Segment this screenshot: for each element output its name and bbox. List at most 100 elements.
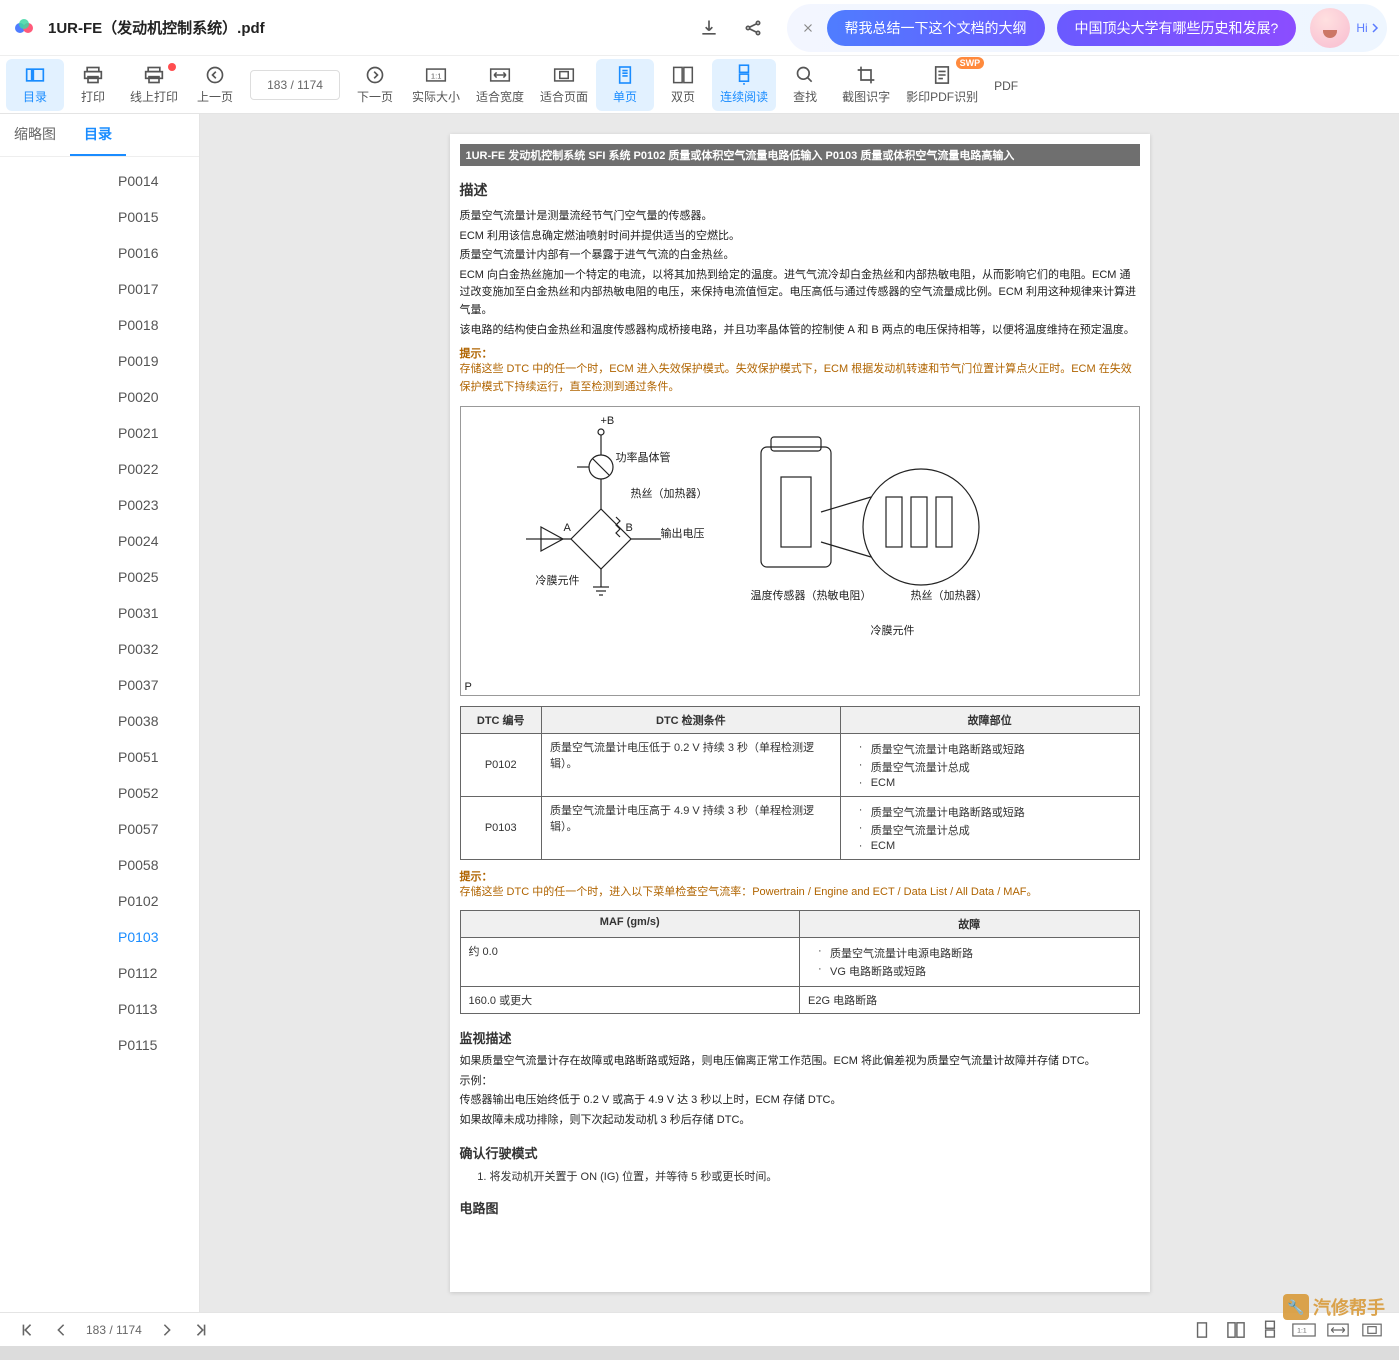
online-print-button[interactable]: 线上打印 [122, 59, 186, 111]
prev-page-button[interactable]: 上一页 [186, 59, 244, 111]
list-item: 质量空气流量计电源电路断路 [818, 945, 1131, 961]
table-cell: E2G 电路断路 [800, 986, 1140, 1013]
toc-item[interactable]: P0037 [0, 667, 199, 703]
toc-item[interactable]: P0103 [0, 919, 199, 955]
doc-paragraph: 该电路的结构使白金热丝和温度传感器构成桥接电路，并且功率晶体管的控制使 A 和 … [460, 322, 1140, 340]
toc-item[interactable]: P0057 [0, 811, 199, 847]
toc-label: 目录 [23, 88, 47, 105]
toc-item[interactable]: P0014 [0, 163, 199, 199]
toc-item[interactable]: P0024 [0, 523, 199, 559]
scan-pdf-ocr-button[interactable]: SWP 影印PDF识别 [898, 59, 986, 111]
toc-list[interactable]: P0014P0015P0016P0017P0018P0019P0020P0021… [0, 157, 199, 1312]
fit-width-button[interactable]: 适合宽度 [468, 59, 532, 111]
double-page-button[interactable]: 双页 [654, 59, 712, 111]
table-cell: 质量空气流量计电路断路或短路质量空气流量计总成ECM [840, 797, 1139, 860]
toc-button[interactable]: 目录 [6, 59, 64, 111]
view-double-icon[interactable] [1219, 1316, 1253, 1344]
table-row: 约 0.0质量空气流量计电源电路断路VG 电路断路或短路 [460, 937, 1139, 986]
page-number-input[interactable]: 183 / 1174 [250, 70, 340, 100]
list-item: ECM [859, 777, 1131, 789]
actual-size-button[interactable]: 1:1 实际大小 [404, 59, 468, 111]
toc-item[interactable]: P0016 [0, 235, 199, 271]
toc-item[interactable]: P0031 [0, 595, 199, 631]
document-scan-icon [933, 64, 951, 86]
view-single-icon[interactable] [1185, 1316, 1219, 1344]
toc-item[interactable]: P0015 [0, 199, 199, 235]
list-item: 质量空气流量计总成 [859, 822, 1131, 838]
table-cell: 质量空气流量计电路断路或短路质量空气流量计总成ECM [840, 734, 1139, 797]
doc-paragraph: 质量空气流量计内部有一个暴露于进气气流的白金热丝。 [460, 247, 1140, 265]
last-page-icon[interactable] [184, 1316, 218, 1344]
toc-item[interactable]: P0019 [0, 343, 199, 379]
ai-suggestion-question[interactable]: 中国顶尖大学有哪些历史和发展? [1057, 10, 1297, 46]
doc-paragraph: 如果质量空气流量计存在故障或电路断路或短路，则电压偏离正常工作范围。ECM 将此… [460, 1053, 1140, 1071]
fig-label: 热丝（加热器） [911, 587, 988, 603]
ai-avatar-icon[interactable] [1310, 8, 1350, 48]
next-page-button[interactable]: 下一页 [346, 59, 404, 111]
table-cell: 质量空气流量计电压高于 4.9 V 持续 3 秒（单程检测逻辑）。 [541, 797, 840, 860]
screenshot-ocr-button[interactable]: 截图识字 [834, 59, 898, 111]
document-canvas[interactable]: 1UR-FE 发动机控制系统 SFI 系统 P0102 质量或体积空气流量电路低… [200, 114, 1399, 1312]
list-item: 将发动机开关置于 ON (IG) 位置，并等待 5 秒或更长时间。 [490, 1168, 1140, 1184]
online-print-label: 线上打印 [130, 88, 178, 105]
single-page-button[interactable]: 单页 [596, 59, 654, 111]
download-icon[interactable] [691, 10, 727, 46]
toc-item[interactable]: P0023 [0, 487, 199, 523]
fig-label: 冷膜元件 [871, 622, 915, 638]
fig-label: 温度传感器（热敏电阻） [751, 587, 872, 603]
chevron-left-circle-icon [205, 64, 225, 86]
toc-item[interactable]: P0058 [0, 847, 199, 883]
table-cell: 约 0.0 [460, 937, 800, 986]
main-area: 缩略图 目录 P0014P0015P0016P0017P0018P0019P00… [0, 114, 1399, 1312]
find-button[interactable]: 查找 [776, 59, 834, 111]
title-bar: 1UR-FE（发动机控制系统）.pdf 帮我总结一下这个文档的大纲 中国顶尖大学… [0, 0, 1399, 56]
ai-suggestion-summary[interactable]: 帮我总结一下这个文档的大纲 [827, 10, 1045, 46]
toc-item[interactable]: P0021 [0, 415, 199, 451]
toc-item[interactable]: P0112 [0, 955, 199, 991]
fig-label: 输出电压 [661, 525, 705, 541]
hint-label: 提示： [460, 345, 1140, 361]
toc-item[interactable]: P0051 [0, 739, 199, 775]
toc-item[interactable]: P0022 [0, 451, 199, 487]
next-page-icon[interactable] [150, 1316, 184, 1344]
fit-page-button[interactable]: 适合页面 [532, 59, 596, 111]
view-continuous-icon[interactable] [1253, 1316, 1287, 1344]
fig-label: 功率晶体管 [616, 449, 671, 465]
toc-item[interactable]: P0038 [0, 703, 199, 739]
footer-page-label: 183 / 1174 [86, 1323, 142, 1337]
share-icon[interactable] [735, 10, 771, 46]
list-item: 质量空气流量计电路断路或短路 [859, 741, 1131, 757]
table-cell: 质量空气流量计电源电路断路VG 电路断路或短路 [800, 937, 1140, 986]
toc-item[interactable]: P0052 [0, 775, 199, 811]
ai-assistant-bar: 帮我总结一下这个文档的大纲 中国顶尖大学有哪些历史和发展? Hi [787, 4, 1387, 52]
close-icon[interactable] [795, 15, 821, 41]
tab-toc[interactable]: 目录 [70, 114, 126, 156]
doc-paragraph: ECM 利用该信息确定燃油喷射时间并提供适当的空燃比。 [460, 228, 1140, 246]
svg-text:1:1: 1:1 [431, 71, 442, 80]
continuous-read-button[interactable]: 连续阅读 [712, 59, 776, 111]
toc-item[interactable]: P0020 [0, 379, 199, 415]
tab-thumbnails[interactable]: 缩略图 [0, 114, 70, 156]
horizontal-scrollbar[interactable] [0, 1346, 1399, 1360]
single-page-icon [617, 64, 633, 86]
toc-item[interactable]: P0032 [0, 631, 199, 667]
pdf-extra-button[interactable]: PDF [986, 59, 1026, 111]
footer-bar: 183 / 1174 1:1 [0, 1312, 1399, 1346]
sidebar: 缩略图 目录 P0014P0015P0016P0017P0018P0019P00… [0, 114, 200, 1312]
first-page-icon[interactable] [10, 1316, 44, 1344]
svg-text:1:1: 1:1 [1297, 1327, 1307, 1334]
fig-label: P [465, 681, 472, 693]
toc-item[interactable]: P0025 [0, 559, 199, 595]
toc-item[interactable]: P0113 [0, 991, 199, 1027]
watermark-text: 汽修帮手 [1313, 1294, 1385, 1320]
print-button[interactable]: 打印 [64, 59, 122, 111]
actual-size-label: 实际大小 [412, 88, 460, 105]
prev-page-icon[interactable] [44, 1316, 78, 1344]
toc-item[interactable]: P0102 [0, 883, 199, 919]
toc-item[interactable]: P0115 [0, 1027, 199, 1063]
toc-item[interactable]: P0017 [0, 271, 199, 307]
toc-icon [25, 64, 45, 86]
toc-item[interactable]: P0018 [0, 307, 199, 343]
double-page-icon [672, 64, 694, 86]
table-cell: 质量空气流量计电压低于 0.2 V 持续 3 秒（单程检测逻辑）。 [541, 734, 840, 797]
